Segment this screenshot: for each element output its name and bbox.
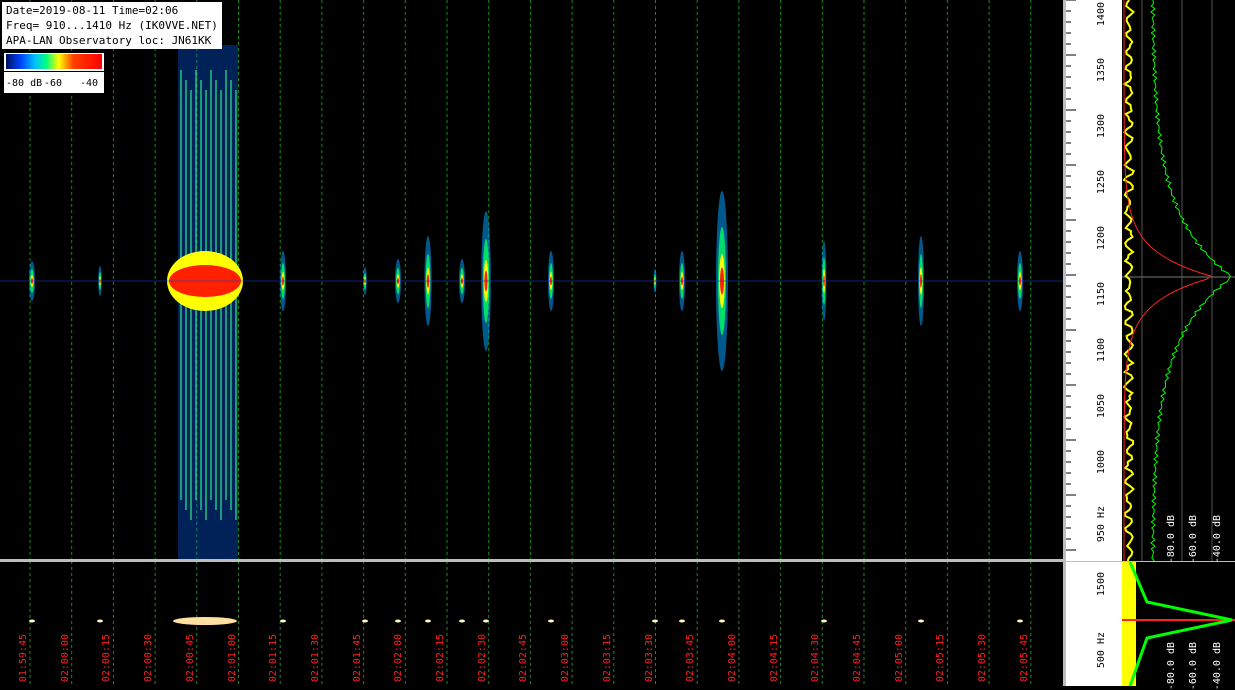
timeline-blip xyxy=(280,620,286,623)
time-label: 02:02:15 xyxy=(435,634,446,682)
time-label: 02:00:30 xyxy=(143,634,154,682)
time-label: 02:03:45 xyxy=(685,634,696,682)
spectrum-average-trace xyxy=(1124,0,1134,561)
timeline-blip xyxy=(29,620,35,623)
time-label: 02:03:15 xyxy=(602,634,613,682)
timeline-blip xyxy=(918,620,924,623)
color-scale-legend: -80 dB -60 -40 xyxy=(4,53,104,93)
lower-db-label: -80.0 dB xyxy=(1166,642,1177,690)
spectrum-current-trace xyxy=(1124,0,1210,561)
timeline-blip xyxy=(548,620,554,623)
timeline-blip xyxy=(719,620,725,623)
frequency-label: 1350 xyxy=(1096,58,1107,82)
time-label: 02:01:45 xyxy=(352,634,363,682)
frequency-label: 1000 xyxy=(1096,450,1107,474)
time-label: 02:01:30 xyxy=(310,634,321,682)
time-label: 02:02:30 xyxy=(477,634,488,682)
color-gradient xyxy=(6,54,102,69)
time-label: 02:02:45 xyxy=(518,634,529,682)
lower-spectrum-panel: -80.0 dB -60.0 dB -40.0 dB xyxy=(1122,562,1235,686)
time-label: 02:04:15 xyxy=(769,634,780,682)
frequency-label: 1100 xyxy=(1096,338,1107,362)
time-label: 02:05:00 xyxy=(894,634,905,682)
frequency-label: 1400 xyxy=(1096,2,1107,26)
timeline-blip xyxy=(362,620,368,623)
time-label: 02:00:15 xyxy=(101,634,112,682)
time-label: 02:03:30 xyxy=(644,634,655,682)
db-label: -80.0 dB xyxy=(1166,515,1177,563)
frequency-ticks xyxy=(1066,0,1122,561)
time-label: 02:03:00 xyxy=(560,634,571,682)
time-label: 02:01:00 xyxy=(227,634,238,682)
timeline-blip xyxy=(821,620,827,623)
lower-db-label: -40.0 dB xyxy=(1212,642,1223,690)
timeline-burst xyxy=(173,617,237,625)
time-label: 02:01:15 xyxy=(268,634,279,682)
timeline-blip xyxy=(483,620,489,623)
time-label: 02:05:15 xyxy=(935,634,946,682)
frequency-axis: 1400 1350 1300 1250 1200 1150 1100 1050 1000 950 … xyxy=(1066,0,1122,561)
spectrum-peak-trace xyxy=(1151,0,1230,561)
color-scale-ticks xyxy=(4,71,104,78)
timeline-blip xyxy=(652,620,658,623)
timeline-blip xyxy=(679,620,685,623)
lower-spectrum-fill xyxy=(1122,562,1136,686)
colorbar-label-max: -40 xyxy=(80,78,98,89)
info-box: Date=2019-08-11 Time=02:06 Freq= 910...14… xyxy=(2,2,222,49)
colorbar-label-min: -80 dB xyxy=(6,78,42,89)
waterfall-canvas xyxy=(0,0,1065,561)
time-label: 02:05:45 xyxy=(1019,634,1030,682)
timeline-blip xyxy=(97,620,103,623)
time-label: 02:04:45 xyxy=(852,634,863,682)
signal-burst xyxy=(167,45,243,560)
spectrum-panel: -80.0 dB -60.0 dB -40.0 dB xyxy=(1122,0,1235,561)
timeline-blip xyxy=(1017,620,1023,623)
time-label: 02:00:45 xyxy=(185,634,196,682)
frequency-label: 1050 xyxy=(1096,394,1107,418)
db-label: -60.0 dB xyxy=(1188,515,1199,563)
lower-db-label: -60.0 dB xyxy=(1188,642,1199,690)
time-label: 02:02:00 xyxy=(393,634,404,682)
timeline-strip: 01:59:45 02:00:00 02:00:15 02:00:30 02:00:45… xyxy=(0,561,1065,686)
time-label: 01:59:45 xyxy=(18,634,29,682)
waterfall-display xyxy=(0,0,1065,561)
time-label: 02:04:30 xyxy=(810,634,821,682)
colorbar-label-mid: -60 xyxy=(44,78,62,89)
info-date-line: Date=2019-08-11 Time=02:06 xyxy=(6,3,218,18)
timeline-canvas xyxy=(0,561,1065,686)
lower-frequency-axis: 1500 500 Hz xyxy=(1066,562,1122,686)
timeline-blip xyxy=(425,620,431,623)
frequency-label: 1200 xyxy=(1096,226,1107,250)
time-label: 02:04:00 xyxy=(727,634,738,682)
timeline-blip xyxy=(395,620,401,623)
timeline-blip xyxy=(459,620,465,623)
info-freq-line: Freq= 910...1410 Hz (IK0VVE.NET) xyxy=(6,18,218,33)
panel-divider xyxy=(0,559,1235,562)
time-label: 02:00:00 xyxy=(60,634,71,682)
frequency-label: 1250 xyxy=(1096,170,1107,194)
lower-frequency-label: 500 Hz xyxy=(1096,632,1107,668)
frequency-label: 1150 xyxy=(1096,282,1107,306)
info-observatory-line: APA-LAN Observatory loc: JN61KK xyxy=(6,33,218,48)
lower-frequency-label: 1500 xyxy=(1096,572,1107,596)
db-label: -40.0 dB xyxy=(1212,515,1223,563)
spectrum-canvas xyxy=(1122,0,1235,561)
frequency-label: 1300 xyxy=(1096,114,1107,138)
frequency-label: 950 Hz xyxy=(1096,506,1107,542)
time-label: 02:05:30 xyxy=(977,634,988,682)
